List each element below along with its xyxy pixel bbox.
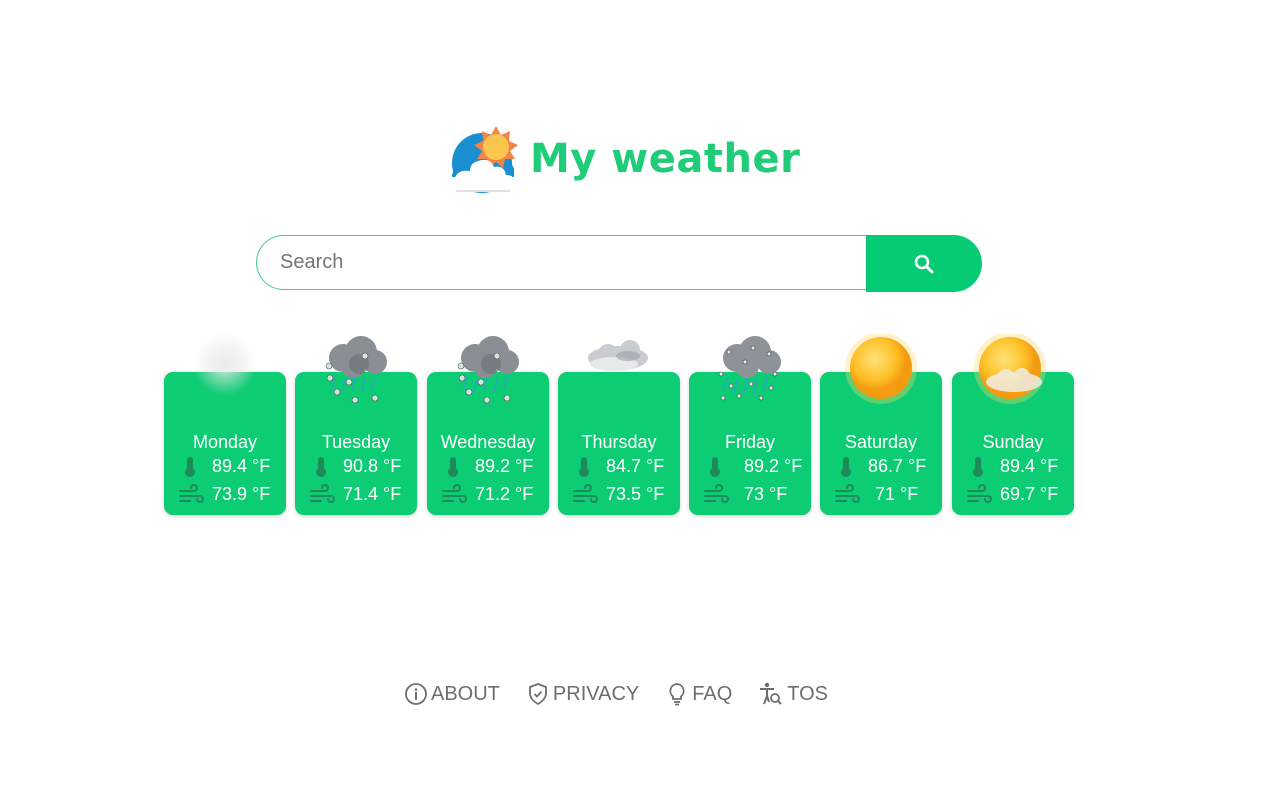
accessibility-search-icon (760, 682, 782, 705)
wind-icon (178, 484, 204, 506)
wind-icon (834, 484, 860, 506)
sunny-icon (840, 332, 922, 416)
wind-value: 73.9 °F (212, 483, 271, 504)
temperature-value: 89.4 °F (1000, 455, 1059, 476)
forecast-card-thursday[interactable]: Thursday 84.7 °F 73.5 °F (558, 340, 680, 515)
search-icon (914, 254, 934, 273)
day-name: Saturday (844, 432, 918, 452)
thermometer-icon (441, 456, 465, 478)
hail-rain-icon (447, 334, 529, 416)
wind-value: 71.2 °F (475, 483, 534, 504)
cloudy-icon (578, 334, 660, 416)
thermometer-icon (966, 456, 990, 478)
temperature-value: 89.4 °F (212, 455, 271, 476)
footer-link-label: ABOUT (431, 682, 500, 705)
wind-icon (966, 484, 992, 506)
wind-icon (309, 484, 335, 506)
thermometer-icon (703, 456, 727, 478)
day-name: Tuesday (321, 432, 391, 452)
day-name: Monday (192, 432, 258, 452)
thermometer-icon (309, 456, 333, 478)
forecast-list: Monday 89.4 °F 73.9 °F Tuesday 90.8 °F 7… (164, 332, 1084, 518)
footer-link-privacy[interactable]: PRIVACY (526, 682, 639, 706)
shield-check-icon (529, 683, 547, 705)
wind-icon (441, 484, 467, 506)
search-button[interactable] (866, 235, 982, 292)
wind-value: 73 °F (744, 483, 788, 504)
app-title: My weather (530, 136, 801, 182)
day-name: Thursday (581, 432, 657, 452)
forecast-card-sunday[interactable]: Sunday 89.4 °F 69.7 °F (952, 332, 1074, 515)
lightbulb-icon (669, 683, 685, 706)
search-input[interactable] (256, 235, 866, 290)
footer-link-label: PRIVACY (552, 682, 640, 705)
day-name: Wednesday (440, 432, 536, 452)
thermometer-icon (834, 456, 858, 478)
sleet-icon (709, 334, 791, 416)
search-bar (256, 235, 982, 292)
wind-value: 71.4 °F (343, 483, 402, 504)
forecast-card-friday[interactable]: Friday 89.2 °F 73 °F (689, 336, 811, 515)
app-logo: My weather (448, 124, 800, 194)
footer-link-label: FAQ (692, 682, 733, 705)
day-name: Sunday (982, 432, 1044, 452)
wind-value: 73.5 °F (606, 483, 665, 504)
temperature-value: 84.7 °F (606, 455, 665, 476)
day-name: Friday (724, 432, 775, 452)
info-icon (405, 683, 427, 705)
footer-link-faq[interactable]: FAQ (665, 682, 732, 706)
forecast-card-wednesday[interactable]: Wednesday 89.2 °F 71.2 °F (427, 336, 549, 515)
footer-link-about[interactable]: ABOUT (404, 682, 500, 706)
wind-icon (703, 484, 729, 506)
footer-link-label: TOS (787, 682, 829, 705)
temperature-value: 90.8 °F (343, 455, 402, 476)
temperature-value: 89.2 °F (475, 455, 534, 476)
wind-icon (572, 484, 598, 506)
footer-nav: ABOUT PRIVACY FAQ TOS (404, 682, 854, 706)
forecast-card-saturday[interactable]: Saturday 86.7 °F 71 °F (820, 332, 942, 515)
hail-rain-icon (315, 334, 397, 416)
forecast-card-monday[interactable]: Monday 89.4 °F 73.9 °F (164, 332, 286, 515)
sun-cloud-logo-icon (448, 125, 520, 193)
fog-icon (184, 332, 266, 416)
thermometer-icon (178, 456, 202, 478)
footer-link-tos[interactable]: TOS (758, 682, 828, 706)
forecast-card-tuesday[interactable]: Tuesday 90.8 °F 71.4 °F (295, 336, 417, 515)
partly-cloudy-icon (972, 332, 1054, 416)
temperature-value: 86.7 °F (868, 455, 927, 476)
wind-value: 69.7 °F (1000, 483, 1059, 504)
wind-value: 71 °F (875, 483, 919, 504)
temperature-value: 89.2 °F (744, 455, 803, 476)
thermometer-icon (572, 456, 596, 478)
